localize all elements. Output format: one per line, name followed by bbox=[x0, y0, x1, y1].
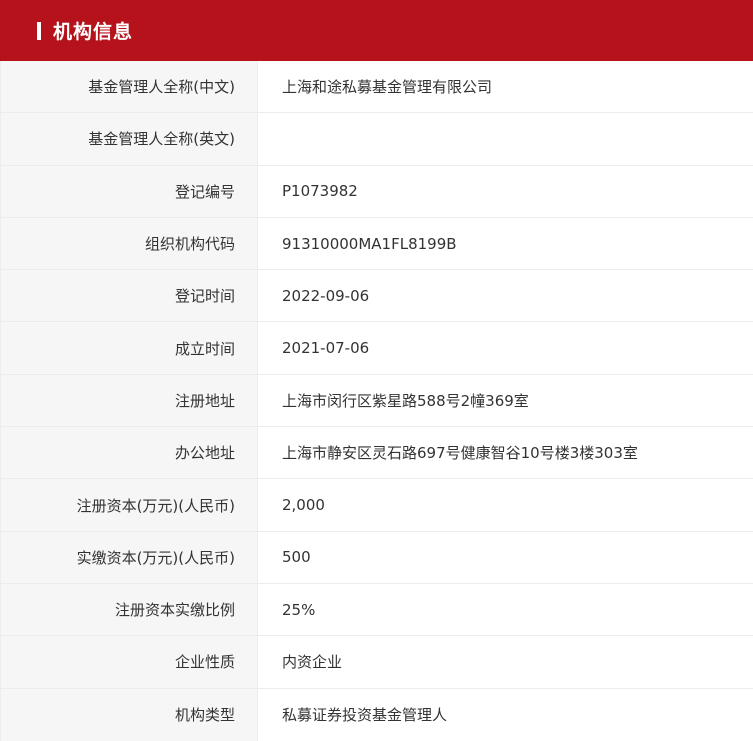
row-value-registration-date: 2022-09-06 bbox=[282, 286, 370, 305]
table-row: 企业性质 内资企业 bbox=[1, 636, 753, 689]
table-row: 登记时间 2022-09-06 bbox=[1, 270, 753, 323]
table-row: 成立时间 2021-07-06 bbox=[1, 322, 753, 375]
row-label-registered-address: 注册地址 bbox=[1, 374, 258, 427]
info-table: 基金管理人全称(中文) 上海和途私募基金管理有限公司 基金管理人全称(英文) 登… bbox=[0, 61, 753, 741]
row-value-name-en bbox=[258, 113, 753, 164]
row-value-registered-capital: 2,000 bbox=[282, 496, 325, 515]
org-info-panel: 机构信息 基金管理人全称(中文) 上海和途私募基金管理有限公司 基金管理人全称(… bbox=[0, 0, 753, 741]
section-header: 机构信息 bbox=[0, 0, 753, 61]
row-value-paid-ratio: 25% bbox=[282, 600, 316, 619]
row-label-registration-no: 登记编号 bbox=[1, 165, 258, 217]
row-value-paid-capital: 500 bbox=[282, 548, 311, 567]
row-value-registration-no: P1073982 bbox=[282, 182, 358, 201]
row-label-org-code: 组织机构代码 bbox=[1, 217, 258, 270]
row-value-org-code: 91310000MA1FL8199B bbox=[282, 234, 457, 253]
table-row: 机构类型 私募证券投资基金管理人 bbox=[1, 688, 753, 741]
row-label-office-address: 办公地址 bbox=[1, 427, 258, 479]
table-row: 登记编号 P1073982 bbox=[1, 165, 753, 218]
table-row: 基金管理人全称(英文) bbox=[1, 113, 753, 166]
header-accent-bar bbox=[37, 21, 41, 40]
table-row: 实缴资本(万元)(人民币) 500 bbox=[1, 531, 753, 584]
row-value-org-type: 私募证券投资基金管理人 bbox=[282, 706, 448, 725]
row-value-registered-address: 上海市闵行区紫星路588号2幢369室 bbox=[282, 391, 529, 410]
table-row: 注册地址 上海市闵行区紫星路588号2幢369室 bbox=[1, 374, 753, 428]
section-title: 机构信息 bbox=[53, 21, 134, 43]
row-label-name-en: 基金管理人全称(英文) bbox=[1, 113, 258, 165]
row-value-enterprise-nature: 内资企业 bbox=[282, 653, 343, 672]
row-label-enterprise-nature: 企业性质 bbox=[1, 636, 258, 688]
row-value-founded-date: 2021-07-06 bbox=[282, 339, 370, 358]
row-label-paid-capital: 实缴资本(万元)(人民币) bbox=[1, 531, 258, 583]
row-label-paid-ratio: 注册资本实缴比例 bbox=[1, 583, 258, 636]
row-label-registration-date: 登记时间 bbox=[1, 270, 258, 322]
table-row: 基金管理人全称(中文) 上海和途私募基金管理有限公司 bbox=[1, 61, 753, 114]
table-row: 组织机构代码 91310000MA1FL8199B bbox=[1, 217, 753, 271]
table-row: 注册资本(万元)(人民币) 2,000 bbox=[1, 479, 753, 532]
table-row: 办公地址 上海市静安区灵石路697号健康智谷10号楼3楼303室 bbox=[1, 427, 753, 480]
row-label-founded-date: 成立时间 bbox=[1, 322, 258, 374]
row-label-registered-capital: 注册资本(万元)(人民币) bbox=[1, 479, 258, 531]
row-value-office-address: 上海市静安区灵石路697号健康智谷10号楼3楼303室 bbox=[282, 444, 638, 463]
row-label-name-cn: 基金管理人全称(中文) bbox=[1, 61, 258, 113]
row-label-org-type: 机构类型 bbox=[1, 688, 258, 741]
row-value-name-cn: 上海和途私募基金管理有限公司 bbox=[282, 78, 493, 97]
table-row: 注册资本实缴比例 25% bbox=[1, 583, 753, 637]
